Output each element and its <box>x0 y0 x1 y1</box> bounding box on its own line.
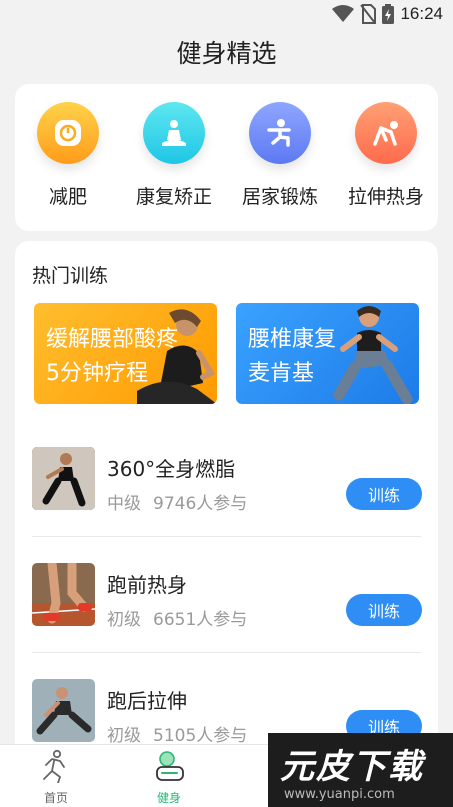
banner-text: 缓解腰部酸疼 5分钟疗程 <box>46 323 178 391</box>
banner-text: 腰椎康复 麦肯基 <box>248 323 336 391</box>
scale-icon <box>37 102 99 164</box>
workout-thumbnail <box>32 563 95 626</box>
watermark: 元皮下载 www.yuanpi.com <box>268 733 453 807</box>
watermark-title: 元皮下载 <box>280 747 424 787</box>
tab-fitness[interactable]: 健身 <box>139 749 199 806</box>
watermark-url: www.yuanpi.com <box>284 787 395 802</box>
workout-item[interactable]: 360°全身燃脂 中级 9746人参与 训练 <box>32 447 422 563</box>
divider <box>32 652 421 653</box>
workout-name: 跑后拉伸 <box>107 689 187 713</box>
banner-line2: 麦肯基 <box>248 361 315 386</box>
hot-workouts-card: 热门训练 缓解腰部酸疼 5分钟疗程 腰椎康复 麦肯基 360°全身燃脂 中级 9… <box>15 241 438 761</box>
workout-participants: 5105人参与 <box>153 726 248 746</box>
page-title: 健身精选 <box>176 39 277 68</box>
train-button[interactable]: 训练 <box>346 594 422 626</box>
workout-level: 初级 <box>107 726 141 746</box>
category-item-rehab[interactable]: 康复矫正 <box>121 102 227 209</box>
banner-back-pain[interactable]: 缓解腰部酸疼 5分钟疗程 <box>34 303 217 404</box>
category-item-stretch[interactable]: 拉伸热身 <box>333 102 439 209</box>
banner-line1: 缓解腰部酸疼 <box>46 327 179 352</box>
workout-meta: 初级 6651人参与 <box>107 605 247 630</box>
category-label: 拉伸热身 <box>347 186 424 208</box>
running-person-icon <box>43 749 65 784</box>
category-label: 居家锻炼 <box>241 186 318 208</box>
banner-line1: 腰椎康复 <box>248 327 337 352</box>
section-title: 热门训练 <box>32 265 109 287</box>
category-card: 减肥 康复矫正 居家锻炼 拉伸热身 <box>15 84 438 231</box>
workout-meta: 初级 5105人参与 <box>107 721 247 746</box>
banner-line2: 5分钟疗程 <box>46 361 148 386</box>
category-item-home-workout[interactable]: 居家锻炼 <box>227 102 333 209</box>
tab-label: 首页 <box>43 791 68 805</box>
workout-name: 跑前热身 <box>107 573 187 597</box>
banner-mckenzie[interactable]: 腰椎康复 麦肯基 <box>236 303 419 404</box>
stretch-icon <box>355 102 417 164</box>
fitness-icon <box>156 751 184 781</box>
tab-home[interactable]: 首页 <box>26 749 86 806</box>
workout-participants: 9746人参与 <box>153 494 248 514</box>
category-label: 减肥 <box>48 186 87 208</box>
wifi-icon <box>332 5 355 22</box>
tab-label: 健身 <box>156 791 181 805</box>
status-time: 16:24 <box>400 4 443 23</box>
squat-icon <box>249 102 311 164</box>
divider <box>32 536 421 537</box>
workout-level: 初级 <box>107 610 141 630</box>
workout-level: 中级 <box>107 494 141 514</box>
woman-lunge-illustration <box>333 306 413 404</box>
workout-item[interactable]: 跑前热身 初级 6651人参与 训练 <box>32 563 422 679</box>
workout-thumbnail <box>32 447 95 510</box>
status-icons: 16:24 <box>332 4 443 24</box>
meditation-icon <box>143 102 205 164</box>
category-item-weight-loss[interactable]: 减肥 <box>15 102 121 209</box>
category-label: 康复矫正 <box>135 186 212 208</box>
battery-charging-icon <box>382 4 395 24</box>
workout-participants: 6651人参与 <box>153 610 248 630</box>
no-sim-icon <box>360 4 377 24</box>
workout-thumbnail <box>32 679 95 742</box>
workout-name: 360°全身燃脂 <box>107 457 236 481</box>
workout-meta: 中级 9746人参与 <box>107 489 247 514</box>
status-bar: 16:24 <box>0 0 453 32</box>
train-button[interactable]: 训练 <box>346 478 422 510</box>
